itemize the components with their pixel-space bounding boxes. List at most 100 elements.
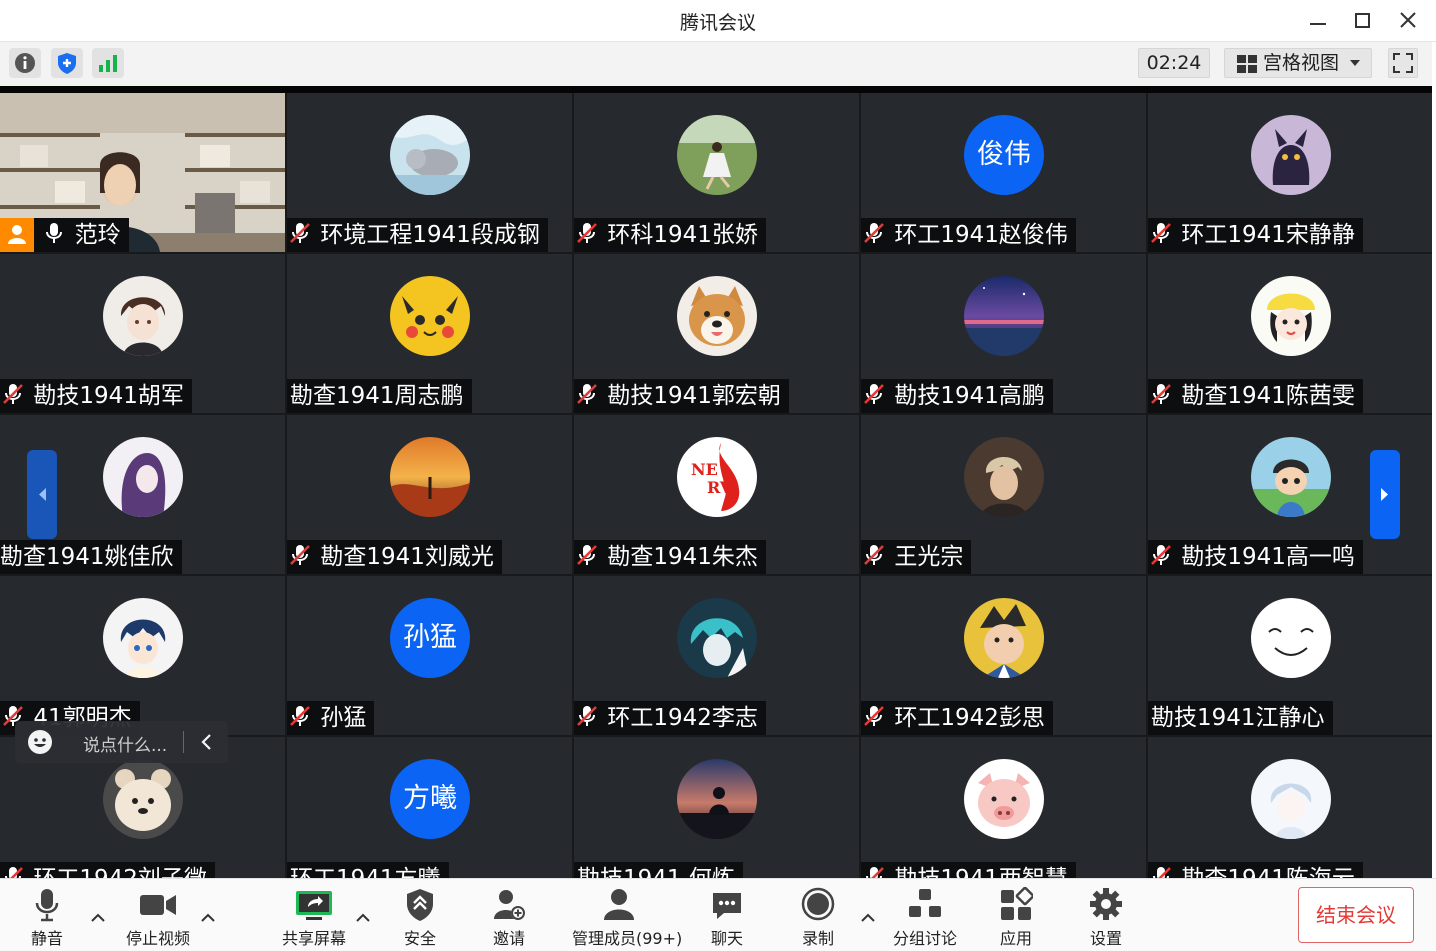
record-button[interactable]: 录制 <box>800 887 836 948</box>
participant-tile[interactable]: 勘查1941陈茜雯 <box>1148 254 1432 413</box>
participant-name-tag: 勘技1941胡军 <box>0 379 192 413</box>
chevron-up-icon <box>861 913 875 922</box>
participant-tile[interactable]: 勘查1941周志鹏 <box>287 254 572 413</box>
participant-name-tag: 环工1942刘子微 <box>0 862 215 878</box>
participant-name-tag: 环境工程1941段成钢 <box>287 218 548 252</box>
chevron-up-icon <box>356 913 370 922</box>
avatar <box>964 437 1044 517</box>
participant-tile[interactable]: 俊伟 环工1941赵俊伟 <box>861 93 1146 252</box>
avatar <box>964 276 1044 356</box>
emoji-icon[interactable] <box>27 729 53 755</box>
divider <box>183 731 184 753</box>
avatar <box>103 598 183 678</box>
participant-tile[interactable]: 王光宗 <box>861 415 1146 574</box>
chat-label: 聊天 <box>710 929 743 948</box>
participant-tile[interactable]: 41郭明杰 <box>0 576 285 735</box>
video-options-caret[interactable] <box>200 907 216 926</box>
manage-members-label: 管理成员(99+) <box>572 929 683 948</box>
chat-button[interactable]: 聊天 <box>710 887 744 948</box>
mic-muted-icon <box>1151 545 1171 565</box>
participant-tile[interactable]: 环工1941宋静静 <box>1148 93 1432 252</box>
mic-muted-icon <box>577 706 597 726</box>
participant-tile[interactable]: 勘技1941江静心 <box>1148 576 1432 735</box>
previous-page-button[interactable] <box>27 450 57 539</box>
audio-options-caret[interactable] <box>90 907 106 926</box>
minimize-button[interactable] <box>1303 6 1333 34</box>
invite-button[interactable]: 邀请 <box>492 887 526 948</box>
participant-tile[interactable]: 勘查1941刘威光 <box>287 415 572 574</box>
invite-label: 邀请 <box>492 929 525 948</box>
participant-tile[interactable]: 勘技1941胡军 <box>0 254 285 413</box>
participant-name: 环工1942彭思 <box>894 705 1045 731</box>
avatar: 方曦 <box>390 759 470 839</box>
participant-tile[interactable]: 勘技1941两智慧 <box>861 737 1146 878</box>
mic-muted-icon <box>290 223 310 243</box>
end-meeting-button[interactable]: 结束会议 <box>1298 887 1414 943</box>
participant-name: 环工1941赵俊伟 <box>894 222 1068 248</box>
avatar <box>964 598 1044 678</box>
avatar <box>103 276 183 356</box>
participant-name: 勘查1941陈海云 <box>1181 866 1355 878</box>
participant-name: 孙猛 <box>320 705 367 731</box>
maximize-button[interactable] <box>1348 6 1378 34</box>
participant-tile[interactable]: 范玲 <box>0 93 285 252</box>
record-label: 录制 <box>801 929 834 948</box>
record-icon <box>801 887 835 921</box>
video-camera-icon <box>140 895 176 915</box>
chat-input[interactable]: 说点什么... <box>83 731 167 756</box>
avatar <box>677 115 757 195</box>
avatar <box>1251 437 1331 517</box>
avatar <box>390 115 470 195</box>
participant-name: 环工1942刘子微 <box>33 866 207 878</box>
participant-name: 环科1941张娇 <box>607 222 758 248</box>
participant-tile[interactable]: NE RV 勘查1941朱杰 <box>574 415 859 574</box>
avatar: NE RV <box>677 437 757 517</box>
participant-tile[interactable]: 环工1942彭思 <box>861 576 1146 735</box>
network-status-button[interactable] <box>92 48 124 78</box>
participant-name: 勘查1941陈茜雯 <box>1181 383 1355 409</box>
fullscreen-button[interactable] <box>1388 48 1418 78</box>
participant-name: 勘技1941胡军 <box>33 383 184 409</box>
share-screen-icon <box>296 891 332 920</box>
avatar <box>1251 759 1331 839</box>
participant-tile[interactable]: 方曦 环工1941方曦 <box>287 737 572 878</box>
mic-muted-icon <box>1153 867 1171 878</box>
next-page-button[interactable] <box>1370 450 1400 539</box>
avatar <box>1251 598 1331 678</box>
collapse-chevron-icon[interactable] <box>199 732 215 752</box>
participant-tile[interactable]: 勘技1941 何炼 <box>574 737 859 878</box>
participant-tile[interactable]: 勘技1941郭宏朝 <box>574 254 859 413</box>
mic-muted-icon <box>290 545 310 565</box>
record-options-caret[interactable] <box>860 907 876 926</box>
mic-muted-icon <box>864 545 884 565</box>
avatar <box>677 276 757 356</box>
participant-tile[interactable]: 孙猛 孙猛 <box>287 576 572 735</box>
avatar: 俊伟 <box>964 115 1044 195</box>
window-title: 腾讯会议 <box>679 12 756 34</box>
participant-name-tag: 环工1941赵俊伟 <box>861 218 1076 252</box>
grid-view-dropdown[interactable]: 宫格视图 <box>1224 48 1372 78</box>
security-status-button[interactable] <box>51 48 83 78</box>
breakout-rooms-button[interactable]: 分组讨论 <box>893 887 957 948</box>
info-button[interactable] <box>9 48 41 78</box>
stop-video-button[interactable]: 停止视频 <box>126 887 190 948</box>
close-button[interactable] <box>1393 6 1423 34</box>
security-shield-icon <box>407 889 433 921</box>
participant-tile[interactable]: 勘查1941陈海云 <box>1148 737 1432 878</box>
apps-button[interactable]: 应用 <box>999 887 1033 948</box>
manage-members-button[interactable]: 管理成员(99+) <box>572 887 682 948</box>
gear-icon <box>1090 888 1122 920</box>
security-button[interactable]: 安全 <box>404 887 436 948</box>
participant-tile[interactable]: 环境工程1941段成钢 <box>287 93 572 252</box>
participant-tile[interactable]: 环工1942李志 <box>574 576 859 735</box>
participant-tile[interactable]: 环科1941张娇 <box>574 93 859 252</box>
mute-button[interactable]: 静音 <box>30 887 64 948</box>
participant-name: 勘技1941江静心 <box>1151 705 1325 731</box>
share-screen-button[interactable]: 共享屏幕 <box>282 887 346 948</box>
share-options-caret[interactable] <box>355 907 371 926</box>
participant-tile[interactable]: 勘技1941高鹏 <box>861 254 1146 413</box>
settings-button[interactable]: 设置 <box>1089 887 1123 948</box>
mic-muted-icon <box>577 384 597 404</box>
mic-muted-icon <box>1151 384 1171 404</box>
minimize-icon <box>1310 23 1326 25</box>
